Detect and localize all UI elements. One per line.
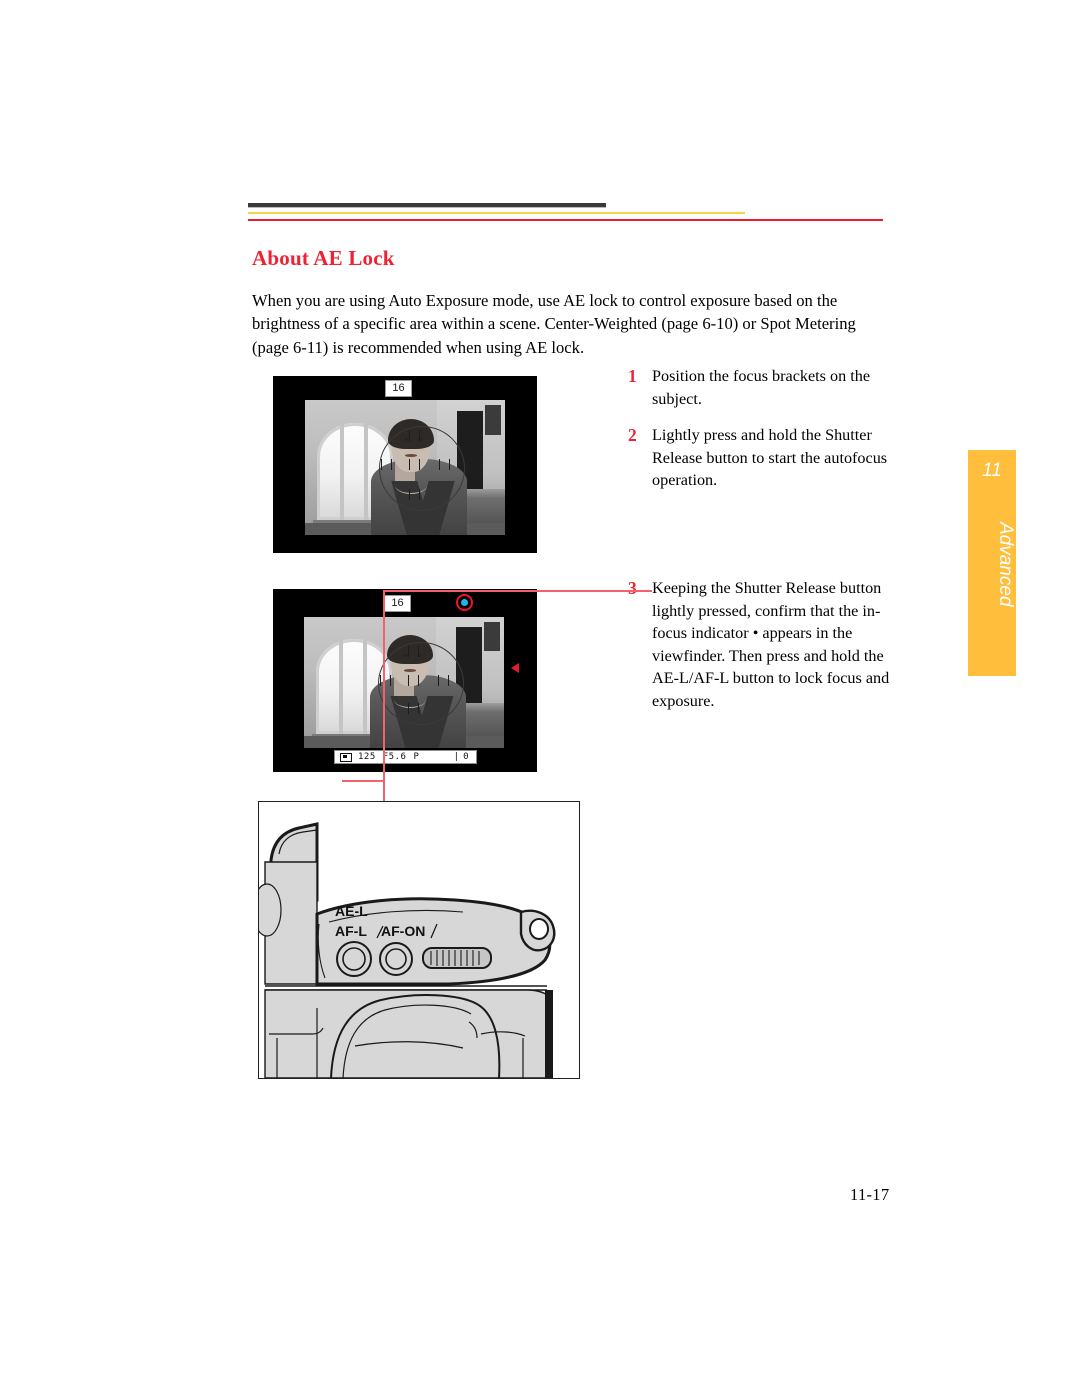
steps-group-bottom: 3 Keeping the Shutter Release button lig… xyxy=(628,577,890,726)
focus-bracket-left xyxy=(380,674,391,686)
focus-bracket-top xyxy=(408,645,419,657)
viewfinder-scene xyxy=(305,400,505,535)
camera-right-shadow xyxy=(545,990,553,1078)
af-l-label: AF-L xyxy=(335,923,367,939)
page-title: About AE Lock xyxy=(252,246,395,271)
viewfinder-scene xyxy=(304,617,504,748)
step-number: 2 xyxy=(628,425,637,445)
viewfinder-image-two: 16 125 F5.6 P | 0 xyxy=(273,589,537,772)
window-mullion xyxy=(363,639,368,734)
list-item: 3 Keeping the Shutter Release button lig… xyxy=(628,577,890,712)
focus-bracket-center xyxy=(409,459,420,471)
frame-counter: 16 xyxy=(385,380,412,397)
focus-bracket-bottom xyxy=(409,489,420,501)
focus-bracket-right xyxy=(438,674,449,686)
ae-l-label: AE-L xyxy=(335,903,368,919)
header-rule-dark xyxy=(248,203,606,208)
intro-paragraph: When you are using Auto Exposure mode, u… xyxy=(252,290,856,357)
chapter-tab: 11 Advanced xyxy=(968,450,1016,676)
metering-mode-icon xyxy=(340,752,352,762)
camera-strap-lug-hole xyxy=(529,918,549,940)
step-text: Position the focus brackets on the subje… xyxy=(652,367,871,408)
chapter-label: Advanced xyxy=(995,522,1016,607)
step-number: 3 xyxy=(628,578,637,598)
header-rule-red xyxy=(248,219,883,221)
window-mullion xyxy=(338,639,343,734)
list-item: 1 Position the focus brackets on the sub… xyxy=(628,365,890,410)
chapter-number: 11 xyxy=(982,460,1002,481)
frame-divider-icon: | xyxy=(453,752,460,762)
step-text: Keeping the Shutter Release button light… xyxy=(652,579,890,710)
focus-bracket-center xyxy=(408,674,419,686)
af-on-button-inner xyxy=(385,948,407,970)
frame-counter: 16 xyxy=(384,595,411,612)
focus-bracket-bottom xyxy=(408,703,419,715)
ae-l-af-l-button-inner xyxy=(342,947,366,971)
camera-body-diagram: AE-L AF-L AF-ON xyxy=(258,801,580,1079)
scene-wall-picture xyxy=(485,405,501,436)
steps-group-top: 1 Position the focus brackets on the sub… xyxy=(628,365,890,506)
focus-bracket-top xyxy=(409,429,420,441)
command-dial[interactable] xyxy=(422,947,492,969)
frames-remaining-value: 0 xyxy=(463,752,469,762)
camera-illustration: AE-L AF-L AF-ON xyxy=(259,822,556,1078)
viewfinder-image-one: 16 xyxy=(273,376,537,553)
in-focus-indicator-icon xyxy=(456,594,473,611)
viewfinder-status-bar: 125 F5.6 P | 0 xyxy=(334,750,477,764)
focus-bracket-right xyxy=(439,459,450,471)
exposure-mode-value: P xyxy=(413,752,420,762)
step-number: 1 xyxy=(628,366,637,386)
window-mullion xyxy=(364,422,369,521)
exposure-marker-icon xyxy=(511,663,519,673)
shutter-speed-value: 125 xyxy=(358,752,376,762)
aperture-value: F5.6 xyxy=(382,752,407,762)
window-mullion xyxy=(339,422,344,521)
af-on-label: AF-ON xyxy=(381,923,425,939)
scene-wall-picture xyxy=(484,622,500,652)
step-text: Lightly press and hold the Shutter Relea… xyxy=(652,426,888,489)
header-rule-gold xyxy=(248,212,745,214)
page-number: 11-17 xyxy=(850,1185,890,1204)
list-item: 2 Lightly press and hold the Shutter Rel… xyxy=(628,424,890,492)
focus-bracket-left xyxy=(381,459,392,471)
